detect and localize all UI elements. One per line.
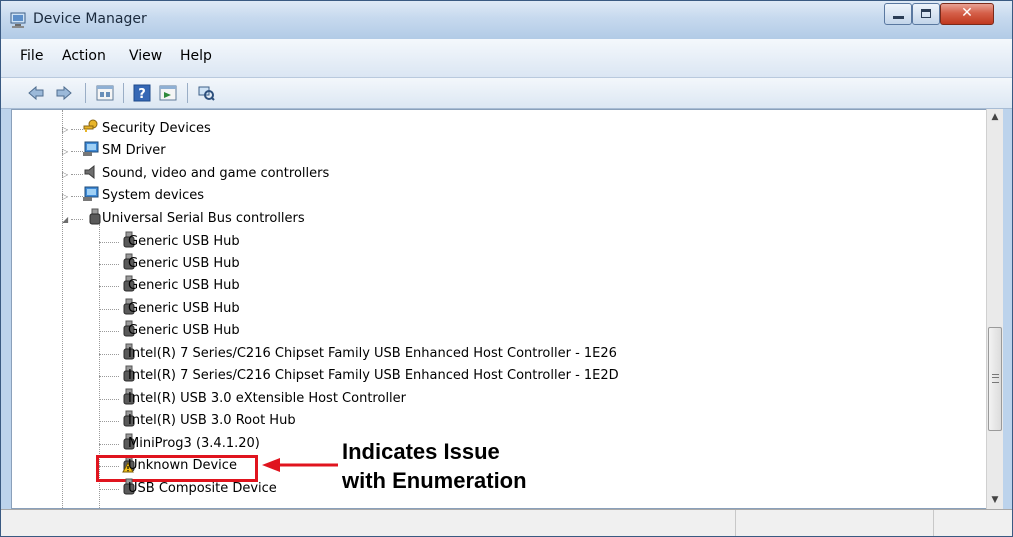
expand-arrow-icon[interactable]: ▷	[62, 147, 71, 156]
svg-text:?: ?	[138, 87, 146, 102]
tree-connector	[99, 286, 119, 288]
menu-file[interactable]: File	[20, 48, 43, 64]
device-manager-icon	[10, 12, 26, 28]
menu-bar: File Action View Help	[1, 39, 1012, 78]
tree-connector	[99, 399, 119, 401]
vertical-scrollbar[interactable]: ▲ ▼	[986, 109, 1003, 509]
menu-view[interactable]: View	[129, 48, 162, 64]
close-icon: ✕	[961, 5, 973, 21]
help-icon[interactable]: ?	[133, 84, 151, 102]
menu-help[interactable]: Help	[180, 48, 212, 64]
key-icon	[83, 119, 98, 132]
status-pane	[735, 510, 736, 536]
toolbar: ?	[1, 78, 1012, 109]
tree-connector	[99, 242, 119, 244]
collapse-arrow-icon[interactable]: ◢	[62, 215, 71, 224]
title-bar[interactable]: Device Manager ✕	[1, 1, 1012, 39]
tree-connector	[99, 354, 119, 356]
maximize-button[interactable]	[912, 3, 940, 25]
annotation-arrow-icon	[262, 458, 338, 472]
annotation-line-1: Indicates Issue	[342, 439, 500, 464]
computer-icon	[83, 141, 99, 156]
toolbar-separator	[85, 83, 86, 103]
forward-icon[interactable]	[55, 84, 73, 102]
tree-connector	[99, 264, 119, 266]
device-tree[interactable]: ▷ Security Devices ▷ SM Driver ▷ Sound, …	[11, 109, 986, 509]
properties-icon[interactable]	[96, 84, 114, 102]
annotation-line-2: with Enumeration	[342, 468, 527, 493]
update-driver-icon[interactable]	[159, 84, 177, 102]
expand-arrow-icon[interactable]: ▷	[62, 192, 71, 201]
expand-arrow-icon[interactable]: ▷	[62, 170, 71, 179]
close-button[interactable]: ✕	[940, 3, 994, 25]
window-title: Device Manager	[33, 11, 147, 27]
device-manager-window: Device Manager ✕ File Action View Help ?…	[0, 0, 1013, 537]
speaker-icon	[84, 164, 95, 180]
tree-connector	[99, 489, 119, 491]
tree-connector	[99, 376, 119, 378]
scan-hardware-icon[interactable]	[197, 84, 215, 102]
tree-connector	[99, 309, 119, 311]
computer-icon	[83, 186, 99, 201]
scroll-up-icon[interactable]: ▲	[987, 109, 1003, 126]
tree-connector	[99, 421, 119, 423]
tree-connector	[99, 444, 119, 446]
status-bar	[1, 509, 1012, 536]
toolbar-separator	[123, 83, 124, 103]
minimize-button[interactable]	[884, 3, 912, 25]
maximize-icon	[921, 9, 931, 18]
expand-arrow-icon[interactable]: ▷	[62, 125, 71, 134]
back-icon[interactable]	[27, 84, 45, 102]
menu-action[interactable]: Action	[62, 48, 106, 64]
tree-connector	[99, 331, 119, 333]
grip-icon	[992, 374, 999, 383]
status-pane	[933, 510, 934, 536]
tree-connector	[71, 219, 83, 221]
minimize-icon	[893, 16, 904, 19]
scrollbar-thumb[interactable]	[988, 327, 1002, 431]
scroll-down-icon[interactable]: ▼	[987, 492, 1003, 509]
toolbar-separator	[187, 83, 188, 103]
